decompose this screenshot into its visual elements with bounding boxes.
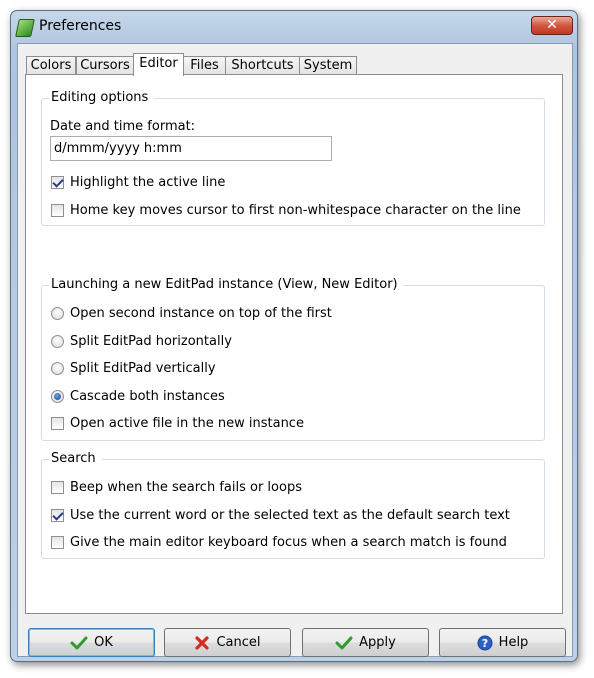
tab-files[interactable]: Files [183, 56, 226, 75]
cascade-radio[interactable] [51, 390, 64, 403]
home-key-checkbox[interactable] [51, 204, 64, 217]
cancel-button[interactable]: Cancel [164, 628, 291, 657]
open-active-file-checkbox[interactable] [51, 417, 64, 430]
cancel-label: Cancel [216, 635, 261, 650]
home-key-option[interactable]: Home key moves cursor to first non-white… [51, 203, 531, 221]
editing-options-group: Editing options Date and time format: Hi… [41, 89, 545, 226]
editpad-app-icon [15, 19, 35, 37]
beep-option[interactable]: Beep when the search fails or loops [51, 480, 491, 498]
tab-colors[interactable]: Colors [26, 56, 76, 75]
launching-group: Launching a new EditPad instance (View, … [41, 276, 545, 441]
open-on-top-option[interactable]: Open second instance on top of the first [51, 306, 491, 324]
tab-editor[interactable]: Editor [133, 53, 184, 76]
apply-label: Apply [359, 635, 396, 650]
focus-label: Give the main editor keyboard focus when… [70, 535, 507, 550]
current-word-label: Use the current word or the selected tex… [70, 508, 510, 523]
split-vertically-radio[interactable] [51, 362, 64, 375]
help-label: Help [498, 635, 529, 650]
tab-cursors[interactable]: Cursors [76, 56, 134, 75]
dialog-client-area: Colors Cursors Editor Files Shortcuts Sy… [17, 43, 573, 657]
red-x-icon [195, 635, 210, 650]
help-question-icon: ? [477, 635, 493, 650]
search-title: Search [49, 450, 102, 468]
tab-shortcuts[interactable]: Shortcuts [225, 56, 300, 75]
cascade-label: Cascade both instances [70, 389, 225, 404]
split-horizontally-radio[interactable] [51, 335, 64, 348]
window-title: Preferences [39, 18, 122, 34]
open-on-top-radio[interactable] [51, 307, 64, 320]
cascade-option[interactable]: Cascade both instances [51, 389, 491, 407]
highlight-active-line-checkbox[interactable] [51, 176, 64, 189]
focus-checkbox[interactable] [51, 536, 64, 549]
close-button[interactable]: ✕ [531, 16, 573, 35]
editing-options-title: Editing options [49, 89, 155, 107]
title-bar[interactable]: Preferences ✕ [11, 11, 577, 43]
highlight-active-line-option[interactable]: Highlight the active line [51, 175, 491, 193]
preferences-window: Preferences ✕ Colors Cursors Editor File… [10, 10, 578, 662]
split-horizontally-option[interactable]: Split EditPad horizontally [51, 334, 491, 352]
launching-title: Launching a new EditPad instance (View, … [49, 276, 404, 294]
highlight-active-line-label: Highlight the active line [70, 175, 226, 190]
open-active-file-option[interactable]: Open active file in the new instance [51, 416, 491, 434]
split-vertically-option[interactable]: Split EditPad vertically [51, 361, 491, 379]
home-key-label: Home key moves cursor to first non-white… [70, 203, 521, 218]
beep-checkbox[interactable] [51, 481, 64, 494]
tab-system[interactable]: System [299, 56, 357, 75]
checkmark-icon [335, 636, 353, 649]
close-icon: ✕ [546, 17, 558, 33]
help-button[interactable]: ? Help [439, 628, 566, 657]
focus-option[interactable]: Give the main editor keyboard focus when… [51, 535, 531, 553]
ok-button[interactable]: OK [28, 628, 155, 657]
checkmark-icon [70, 636, 88, 649]
ok-label: OK [94, 635, 113, 650]
date-format-input[interactable] [50, 136, 332, 161]
beep-label: Beep when the search fails or loops [70, 480, 302, 495]
open-on-top-label: Open second instance on top of the first [70, 306, 332, 321]
open-active-file-label: Open active file in the new instance [70, 416, 304, 431]
svg-text:?: ? [481, 637, 487, 650]
editor-tab-panel: Editing options Date and time format: Hi… [25, 74, 563, 614]
split-vertically-label: Split EditPad vertically [70, 361, 216, 376]
split-horizontally-label: Split EditPad horizontally [70, 334, 232, 349]
current-word-option[interactable]: Use the current word or the selected tex… [51, 508, 531, 526]
apply-button[interactable]: Apply [302, 628, 429, 657]
date-format-label: Date and time format: [50, 119, 196, 134]
search-group: Search Beep when the search fails or loo… [41, 450, 545, 559]
current-word-checkbox[interactable] [51, 509, 64, 522]
